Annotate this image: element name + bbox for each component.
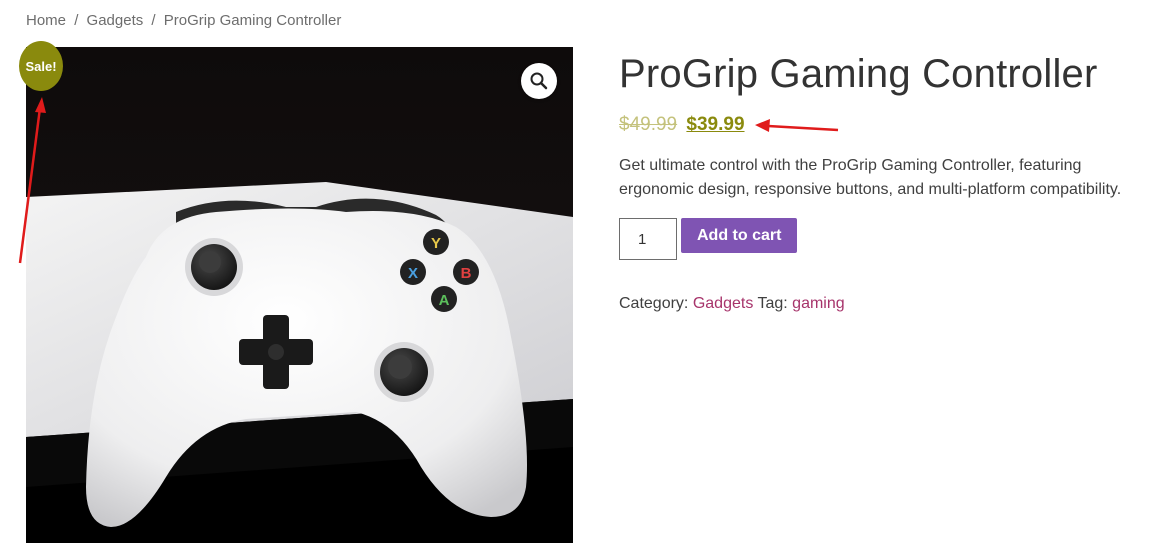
sale-badge: Sale!: [19, 41, 63, 91]
breadcrumb-home-link[interactable]: Home: [26, 12, 66, 29]
price: $49.99 $39.99: [619, 114, 1159, 140]
svg-text:Y: Y: [431, 235, 441, 252]
product-title: ProGrip Gaming Controller: [619, 52, 1098, 96]
product-image[interactable]: Y X B A: [26, 47, 573, 543]
add-to-cart-button[interactable]: Add to cart: [681, 218, 798, 253]
tag-link[interactable]: gaming: [792, 295, 844, 312]
breadcrumb-current: ProGrip Gaming Controller: [163, 12, 342, 29]
breadcrumb-separator: /: [74, 12, 79, 29]
add-to-cart-form: Add to cart: [619, 218, 1159, 260]
controller-photo: Y X B A: [26, 47, 573, 543]
breadcrumb-category-link[interactable]: Gadgets: [87, 12, 144, 29]
product-meta: Category: Gadgets Tag: gaming: [619, 295, 1159, 313]
zoom-button[interactable]: [521, 63, 557, 99]
svg-text:B: B: [461, 265, 472, 282]
sale-price: $39.99: [686, 114, 745, 135]
svg-text:X: X: [408, 265, 418, 282]
breadcrumb-separator: /: [151, 12, 156, 29]
tag-label: Tag:: [757, 295, 788, 312]
regular-price: $49.99: [619, 114, 678, 135]
product-description: Get ultimate control with the ProGrip Ga…: [619, 157, 1122, 198]
magnifier-icon: [530, 72, 548, 90]
breadcrumb: Home / Gadgets / ProGrip Gaming Controll…: [26, 12, 341, 29]
svg-text:A: A: [439, 292, 450, 309]
category-link[interactable]: Gadgets: [693, 295, 753, 312]
category-label: Category:: [619, 295, 689, 312]
product-summary: ProGrip Gaming Controller $49.99 $39.99 …: [619, 50, 1159, 313]
quantity-input[interactable]: [619, 218, 677, 260]
